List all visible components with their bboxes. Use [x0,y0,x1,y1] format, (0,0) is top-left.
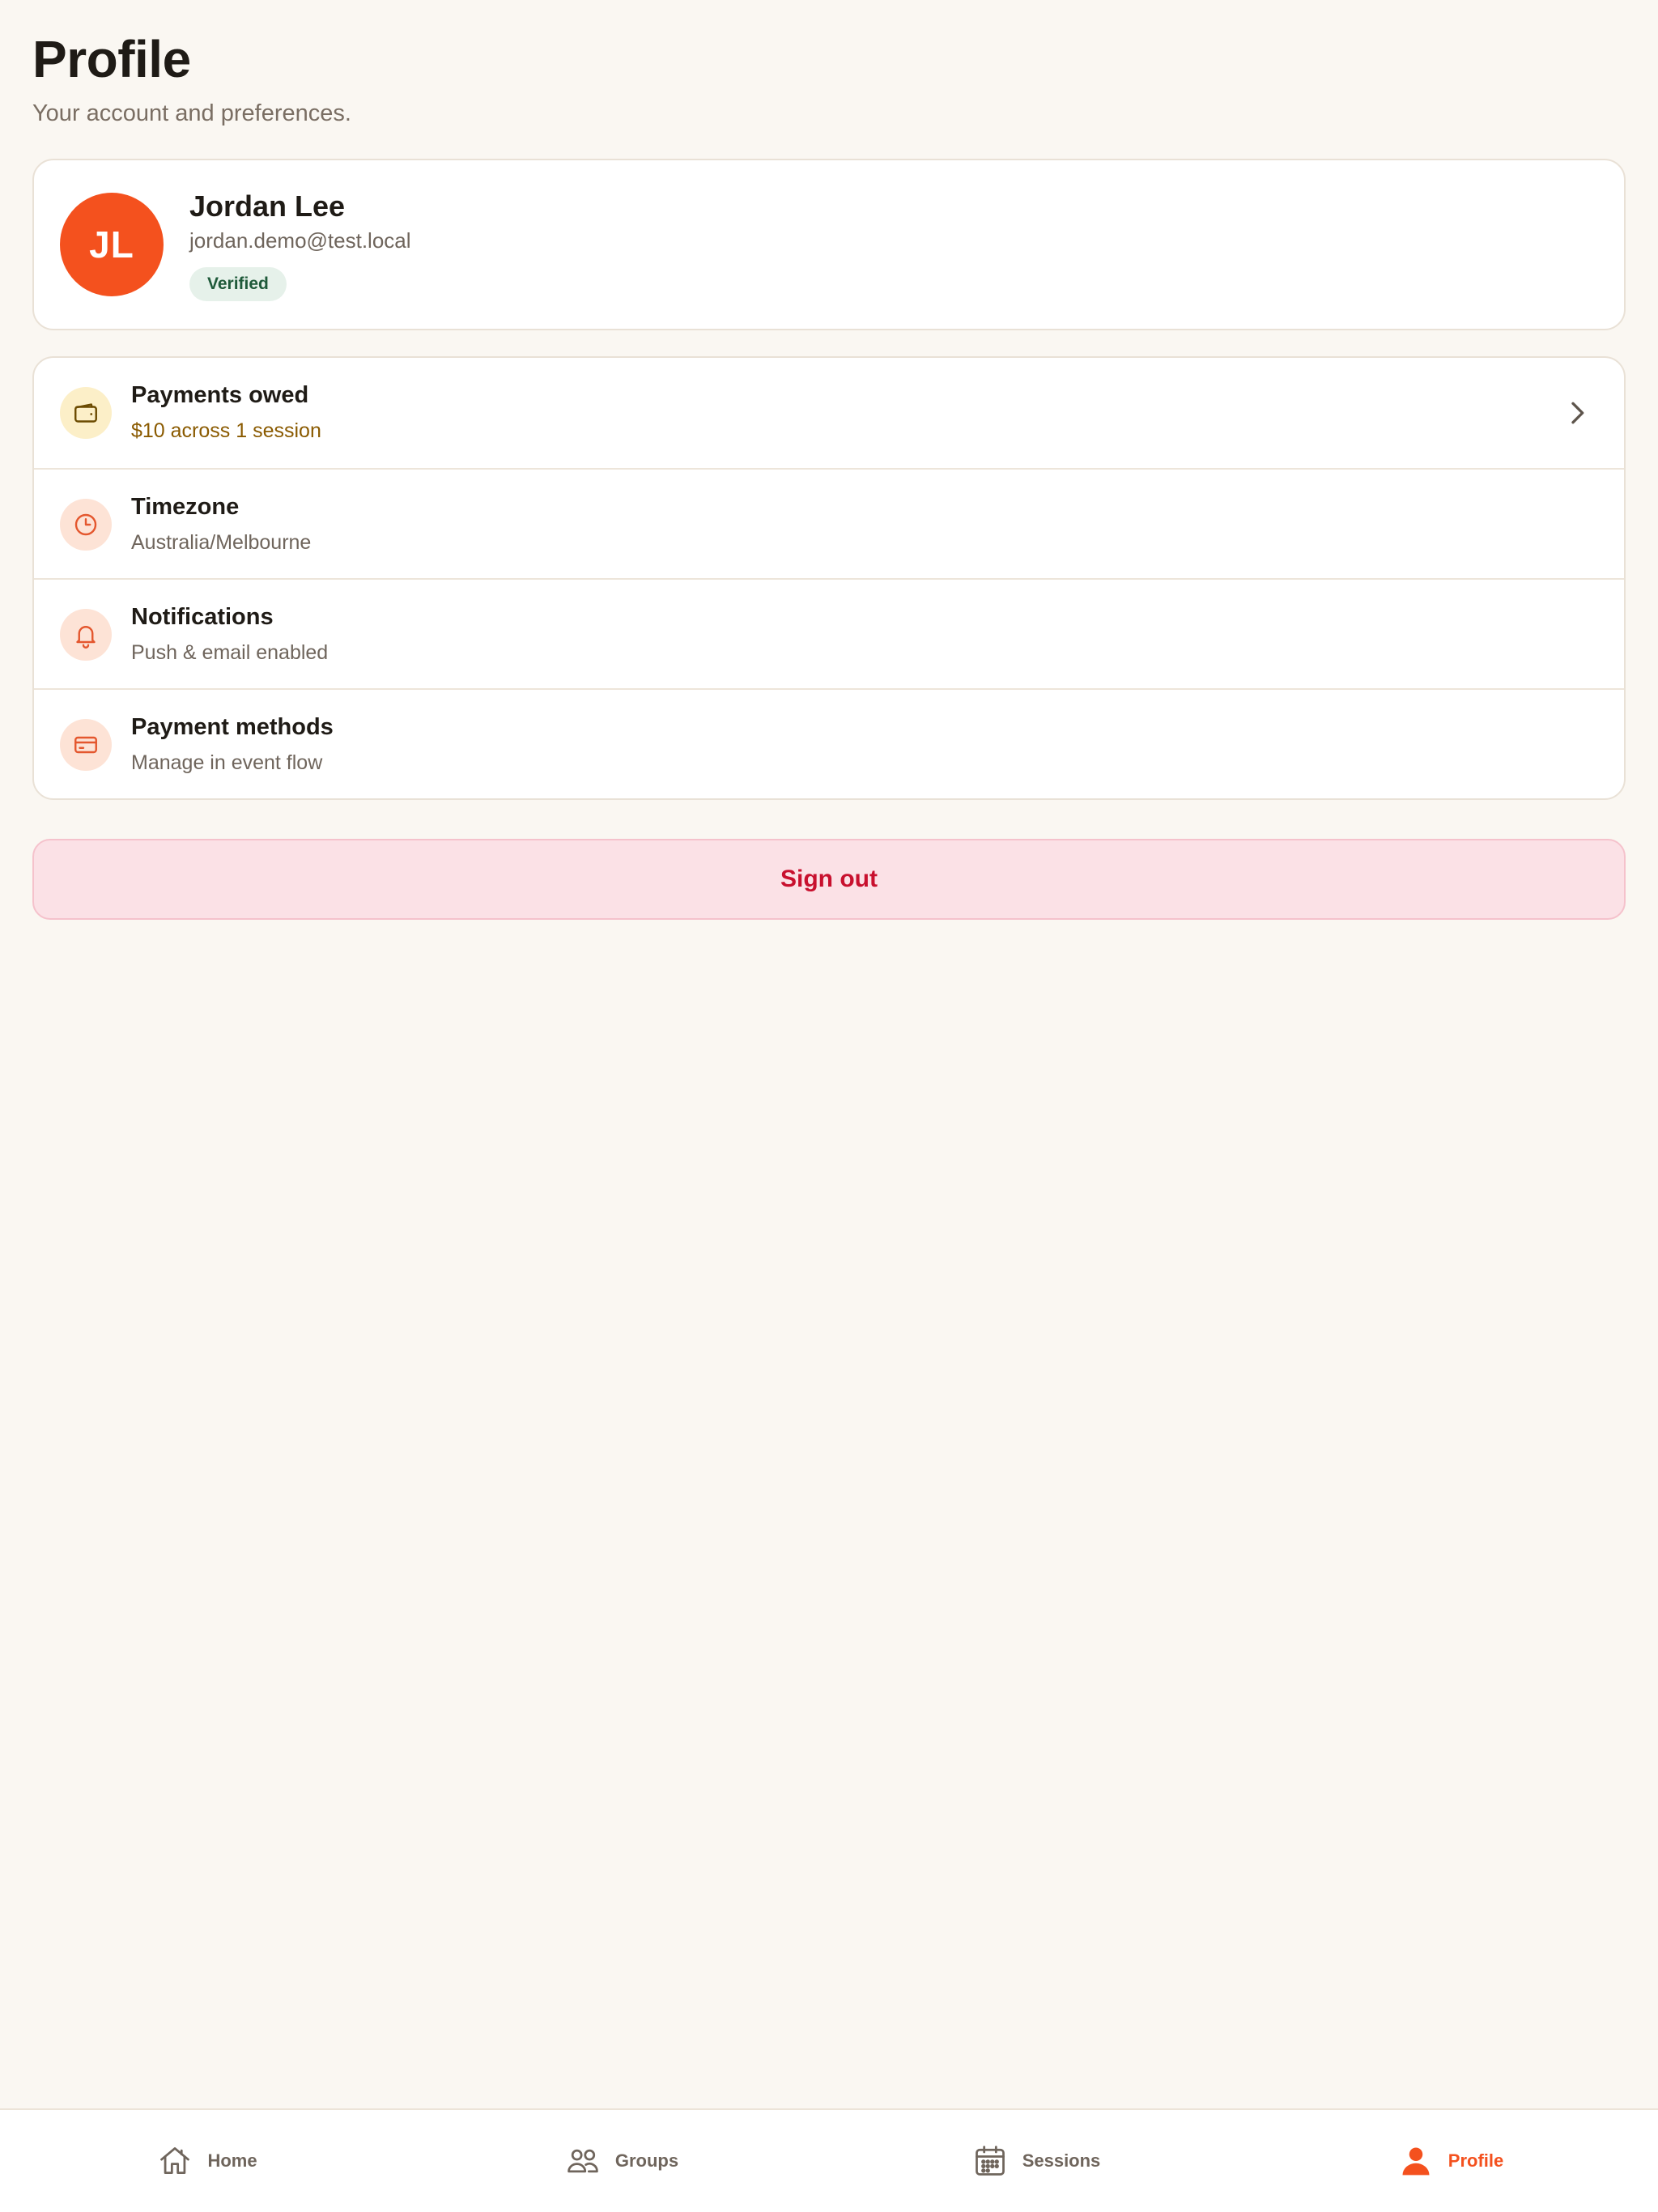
page-subtitle: Your account and preferences. [32,100,351,126]
bell-icon [60,609,112,661]
clock-icon [60,499,112,551]
nav-label: Home [207,2150,257,2171]
users-icon [568,2149,598,2173]
settings-item-subtitle: Push & email enabled [131,641,329,664]
settings-list: Payments owed $10 across 1 session Timez… [32,356,1626,800]
chevron-right-icon [1571,402,1584,424]
user-icon [1402,2147,1430,2176]
avatar: JL [60,193,164,296]
nav-item-sessions[interactable]: Sessions [829,2110,1244,2212]
bottom-nav: Home Groups Sessions Profile [0,2108,1658,2212]
nav-label: Groups [614,2150,679,2171]
page-title: Profile [32,30,191,88]
settings-item-notifications[interactable]: Notifications Push & email enabled [34,578,1624,688]
settings-item-timezone[interactable]: Timezone Australia/Melbourne [34,468,1624,578]
settings-item-payments-owed[interactable]: Payments owed $10 across 1 session [34,358,1624,468]
profile-card: JL Jordan Lee jordan.demo@test.local Ver… [32,159,1626,330]
nav-label: Profile [1448,2150,1504,2171]
settings-item-subtitle: Australia/Melbourne [131,531,312,554]
home-icon [160,2147,190,2175]
settings-item-subtitle: $10 across 1 session [131,419,321,442]
profile-email: jordan.demo@test.local [189,228,411,253]
nav-item-home[interactable]: Home [0,2110,414,2212]
settings-item-title: Timezone [131,494,240,520]
nav-item-groups[interactable]: Groups [414,2110,829,2212]
nav-item-profile[interactable]: Profile [1244,2110,1658,2212]
profile-name: Jordan Lee [189,189,346,223]
settings-item-title: Payments owed [131,382,309,408]
credit-card-icon [60,719,112,771]
settings-item-title: Notifications [131,604,274,630]
settings-item-payment-methods[interactable]: Payment methods Manage in event flow [34,688,1624,798]
wallet-icon [60,387,112,439]
verified-badge: Verified [189,267,287,301]
settings-item-subtitle: Manage in event flow [131,751,323,774]
nav-label: Sessions [1022,2150,1101,2171]
settings-item-title: Payment methods [131,714,334,740]
calendar-icon [975,2146,1005,2176]
sign-out-button[interactable]: Sign out [32,839,1626,920]
